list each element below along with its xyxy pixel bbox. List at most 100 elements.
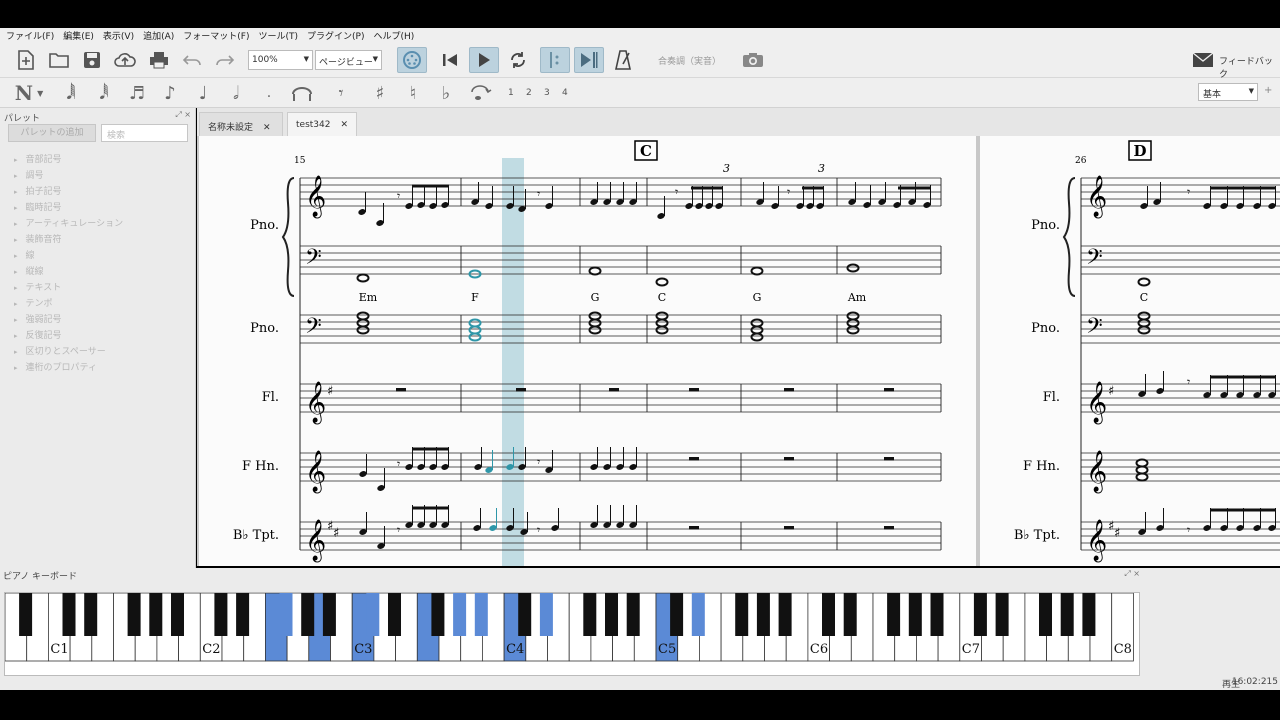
menu-add[interactable]: 追加(A) <box>143 29 174 42</box>
tie-icon[interactable] <box>289 82 315 104</box>
feedback-button[interactable]: フィードバック <box>1219 54 1280 80</box>
palette-item[interactable]: テンポ <box>14 296 123 312</box>
close-icon[interactable]: ✕ <box>340 120 348 130</box>
zoom-combo[interactable]: 100% ▼ <box>248 50 313 70</box>
sharp-icon: ♯ <box>333 526 339 541</box>
chord-symbol[interactable]: G <box>753 291 762 304</box>
rest-icon[interactable]: 𝄾 <box>330 82 352 104</box>
menu-view[interactable]: 表示(V) <box>103 29 134 42</box>
palette-item[interactable]: 縦線 <box>14 264 123 280</box>
instrument-name-piano: Pno. <box>1031 218 1060 233</box>
loop-in-icon[interactable] <box>540 47 570 73</box>
menu-format[interactable]: フォーマット(F) <box>183 29 249 42</box>
workspace-combo[interactable]: 基本 ▼ <box>1198 83 1258 101</box>
dot-icon[interactable]: . <box>258 82 280 104</box>
natural-icon[interactable]: ♮ <box>402 82 424 104</box>
metronome-icon[interactable] <box>610 47 636 73</box>
palette-item[interactable]: アーティキュレーション <box>14 216 124 232</box>
panel-close-icon[interactable]: ⤢ × <box>175 110 191 120</box>
chord-symbol[interactable]: Am <box>847 291 867 304</box>
camera-icon[interactable] <box>740 47 766 73</box>
piano-keyboard[interactable]: C1 C2 C3 C4 C5 C6 C7 C8 <box>4 592 1140 676</box>
menu-file[interactable]: ファイル(F) <box>6 29 54 42</box>
loop-icon[interactable] <box>505 47 531 73</box>
quarter-note-icon[interactable]: ♩ <box>192 82 214 104</box>
close-icon[interactable]: ✕ <box>263 123 271 133</box>
open-folder-icon[interactable] <box>46 47 72 73</box>
palette-item[interactable]: 反復記号 <box>14 328 123 344</box>
flat-icon[interactable]: ♭ <box>435 82 457 104</box>
palette-item[interactable]: 拍子記号 <box>14 184 123 200</box>
piano-black-key <box>930 593 944 636</box>
palette-item[interactable]: 臨時記号 <box>14 200 123 216</box>
add-workspace-button[interactable]: + <box>1264 85 1272 96</box>
bass-clef-icon: 𝄢 <box>1086 245 1103 275</box>
eighth-rest-icon: 𝄾 <box>537 187 540 201</box>
panel-close-icon[interactable]: ⤢ × <box>1124 569 1140 579</box>
chevron-down-icon: ▼ <box>1248 87 1254 95</box>
undo-icon[interactable] <box>179 47 205 73</box>
64th-note-icon[interactable]: 𝅘𝅥𝅲 <box>60 82 82 104</box>
play-repeats-icon[interactable] <box>574 47 604 73</box>
octave-label: C1 <box>50 642 68 657</box>
view-mode-combo[interactable]: ページビュー ▼ <box>315 50 382 70</box>
menu-edit[interactable]: 編集(E) <box>63 29 94 42</box>
flip-direction-icon[interactable] <box>468 82 494 104</box>
cloud-upload-icon[interactable] <box>112 47 138 73</box>
redo-icon[interactable] <box>212 47 238 73</box>
new-file-icon[interactable] <box>13 47 39 73</box>
piano-black-key <box>843 593 857 636</box>
chord-symbol[interactable]: F <box>471 291 479 304</box>
voice-3-button[interactable]: 3 <box>544 88 550 98</box>
palette-item[interactable]: 調号 <box>14 168 123 184</box>
piano-keyboard-panel: ピアノ キーボード ⤢ × C1 C2 C3 C4 C5 C6 C7 C8 <box>0 568 1280 676</box>
eighth-note-icon[interactable]: ♪ <box>159 82 181 104</box>
chord-symbol[interactable]: C <box>1140 291 1148 304</box>
16th-note-icon[interactable]: ♬ <box>126 82 148 104</box>
eighth-rest-icon: 𝄾 <box>397 457 400 471</box>
instrument-name-flute: Fl. <box>1043 390 1060 405</box>
palette-item[interactable]: 強弱記号 <box>14 312 123 328</box>
palette-item[interactable]: テキスト <box>14 280 123 296</box>
half-note-icon[interactable]: 𝅗𝅥 <box>225 82 247 104</box>
voice-4-button[interactable]: 4 <box>562 88 568 98</box>
sharp-icon[interactable]: ♯ <box>369 82 391 104</box>
piano-black-key <box>214 593 228 636</box>
palette-item[interactable]: 連桁のプロパティ <box>14 360 123 376</box>
rehearsal-mark-c: C <box>640 142 652 160</box>
menu-help[interactable]: ヘルプ(H) <box>373 29 414 42</box>
palette-item[interactable]: 線 <box>14 248 123 264</box>
tab-test342[interactable]: test342 ✕ <box>287 112 357 136</box>
play-icon[interactable] <box>469 47 499 73</box>
score-view[interactable]: 𝄞 𝄢 𝄢 𝄞 𝄞 𝄞 𝄞 𝄢 𝄢 𝄞 𝄞 𝄞 ♯ ♯ ♯ ♯ ♯ ♯ 𝄾 𝄾 𝄾 𝄾 𝄾 𝄾 𝄾 𝄾 𝄾 𝄾 𝄾 C D 15 26… <box>197 136 1280 566</box>
chord-symbol[interactable]: C <box>658 291 666 304</box>
32nd-note-icon[interactable]: 𝅘𝅥𝅱 <box>93 82 115 104</box>
chord-symbol[interactable]: G <box>591 291 600 304</box>
add-palette-button[interactable]: パレットの追加 <box>8 124 96 142</box>
measure-number: 26 <box>1075 156 1087 166</box>
chevron-down-icon: ▼ <box>372 55 378 63</box>
mail-icon[interactable] <box>1190 47 1216 73</box>
note-input-mode-icon[interactable]: N ▼ <box>14 81 44 105</box>
palette-item[interactable]: 装飾音符 <box>14 232 123 248</box>
window-bottom-border <box>0 690 1280 720</box>
palette-item[interactable]: 音部記号 <box>14 152 123 168</box>
whole-rest <box>396 388 406 392</box>
octave-label: C3 <box>354 642 372 657</box>
save-icon[interactable] <box>79 47 105 73</box>
menu-tools[interactable]: ツール(T) <box>259 29 299 42</box>
menu-plugins[interactable]: プラグイン(P) <box>307 29 364 42</box>
print-icon[interactable] <box>146 47 172 73</box>
palette-item[interactable]: 区切りとスペーサー <box>14 344 123 360</box>
midi-input-icon[interactable] <box>397 47 427 73</box>
rewind-icon[interactable] <box>437 47 463 73</box>
chord-symbol[interactable]: Em <box>359 291 378 304</box>
voice-2-button[interactable]: 2 <box>526 88 532 98</box>
treble-clef-icon: 𝄞 <box>1086 450 1107 493</box>
palette-search-input[interactable]: 検索 <box>101 124 188 142</box>
octave-label: C6 <box>810 642 828 657</box>
voice-1-button[interactable]: 1 <box>508 88 514 98</box>
piano-black-key <box>518 593 532 636</box>
concert-pitch-toggle[interactable]: 合奏調（実音） <box>658 54 721 67</box>
tab-untitled[interactable]: 名称未設定 ✕ <box>199 112 283 136</box>
